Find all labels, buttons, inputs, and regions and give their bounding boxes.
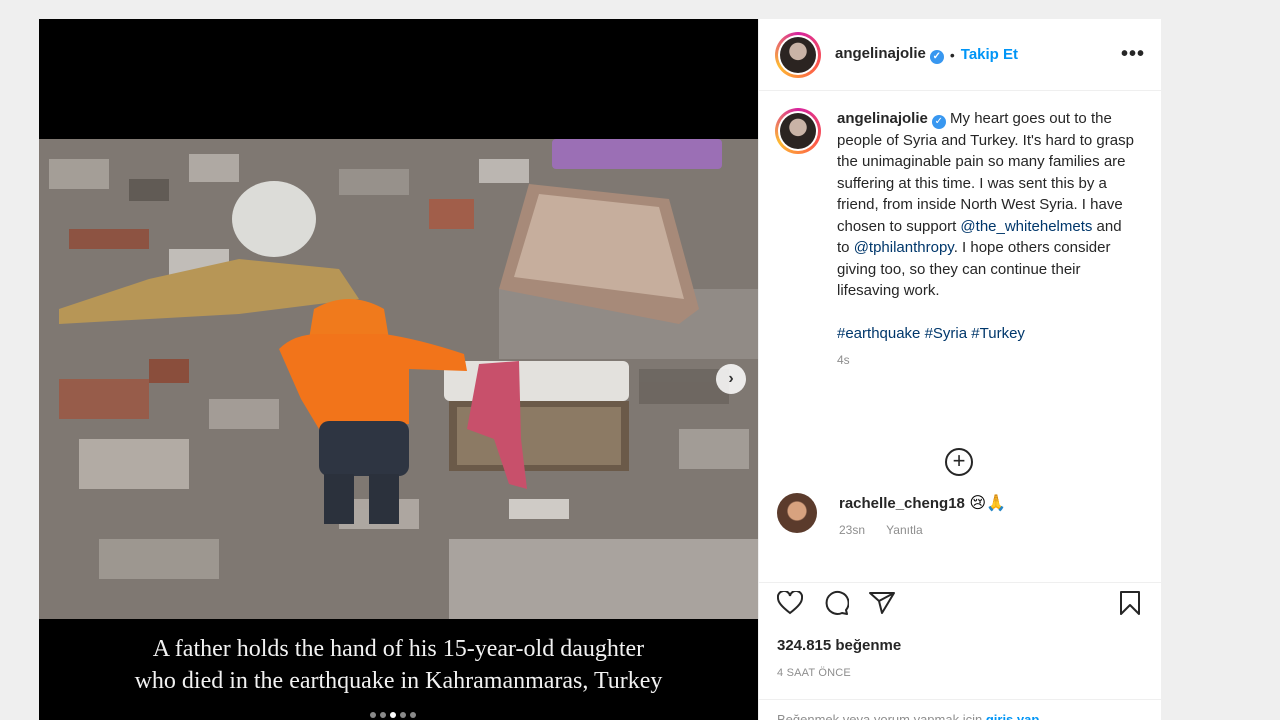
slide-dot — [380, 712, 386, 718]
next-slide-button[interactable]: › — [716, 364, 746, 394]
comment-icon — [825, 590, 849, 615]
caption-text: angelinajolie ✓ My heart goes out to the … — [837, 108, 1137, 372]
bookmark-icon — [1120, 590, 1140, 615]
action-bar — [759, 582, 1161, 622]
separator: • — [949, 46, 955, 63]
post-side-panel: angelinajolie ✓ • Takip Et ••• angelinajo… — [758, 19, 1161, 720]
page: A father holds the hand of his 15-year-o… — [0, 0, 1280, 720]
avatar-image — [780, 113, 816, 149]
photo-caption: A father holds the hand of his 15-year-o… — [39, 633, 758, 697]
caption-line-2: who died in the earthquake in Kahramanma… — [134, 668, 663, 694]
caption-avatar[interactable] — [775, 108, 821, 154]
hashtag-earthquake[interactable]: #earthquake — [837, 325, 920, 342]
comment-item: rachelle_cheng18 😢🙏 23sn Yanıtla — [777, 493, 1006, 537]
mention-whitehelmets[interactable]: @the_whitehelmets — [960, 218, 1092, 235]
hashtags: #earthquake #Syria #Turkey — [837, 323, 1137, 345]
post-time: 4 SAAT ÖNCE — [777, 667, 851, 679]
reply-button[interactable]: Yanıtla — [886, 523, 922, 537]
verified-badge-icon: ✓ — [931, 115, 946, 129]
comment-time: 23sn — [839, 523, 866, 537]
share-button[interactable] — [867, 588, 897, 618]
hashtag-turkey[interactable]: #Turkey — [971, 325, 1025, 342]
verified-badge-icon: ✓ — [929, 50, 944, 64]
slide-dot — [400, 712, 406, 718]
post-container: A father holds the hand of his 15-year-o… — [39, 19, 1161, 720]
caption-time: 4s — [837, 353, 850, 367]
caption-body-1: My heart goes out to the people of Syria… — [837, 110, 1134, 235]
save-button[interactable] — [1115, 588, 1145, 618]
slide-indicator — [370, 712, 416, 718]
follow-button[interactable]: Takip Et — [961, 46, 1018, 63]
avatar-image — [780, 36, 816, 73]
rubble-scene — [39, 139, 758, 619]
post-photo — [39, 139, 758, 619]
share-icon — [869, 591, 895, 614]
commenter-avatar[interactable] — [777, 493, 817, 533]
comment-text: 😢🙏 — [969, 493, 1006, 512]
like-button[interactable] — [775, 588, 805, 618]
caption-username[interactable]: angelinajolie — [837, 110, 928, 127]
username-text: angelinajolie — [835, 45, 926, 62]
slide-dot — [370, 712, 376, 718]
slide-dot-active — [390, 712, 396, 718]
commenter-username[interactable]: rachelle_cheng18 — [839, 495, 965, 512]
login-prompt-text: Beğenmek veya yorum yapmak için — [777, 712, 983, 720]
author-avatar[interactable] — [775, 31, 821, 78]
add-circle-icon[interactable]: + — [945, 448, 973, 476]
author-username[interactable]: angelinajolie ✓ — [835, 45, 944, 64]
slide-dot — [410, 712, 416, 718]
like-count[interactable]: 324.815 beğenme — [777, 637, 901, 654]
comment-button[interactable] — [821, 588, 851, 618]
login-link[interactable]: giriş yap — [986, 712, 1039, 720]
mention-tphilanthropy[interactable]: @tphilanthropy — [854, 239, 954, 256]
hashtag-syria[interactable]: #Syria — [925, 325, 968, 342]
post-header: angelinajolie ✓ • Takip Et ••• — [759, 19, 1161, 91]
caption-line-1: A father holds the hand of his 15-year-o… — [152, 636, 645, 662]
login-prompt: Beğenmek veya yorum yapmak için giriş ya… — [759, 699, 1161, 720]
comments-section: angelinajolie ✓ My heart goes out to the … — [759, 92, 1161, 566]
next-arrow-icon: › — [728, 370, 734, 387]
post-caption: angelinajolie ✓ My heart goes out to the … — [775, 108, 1145, 372]
post-media[interactable]: A father holds the hand of his 15-year-o… — [39, 19, 758, 720]
more-options-icon[interactable]: ••• — [1121, 43, 1145, 66]
heart-icon — [777, 590, 803, 614]
